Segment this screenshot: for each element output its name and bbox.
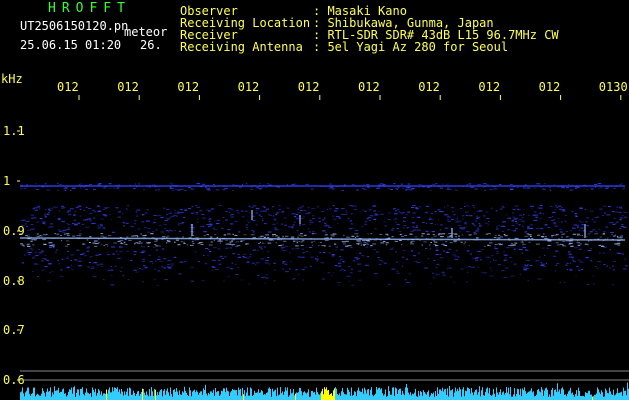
mode-label: meteor (124, 25, 168, 39)
noise-band-2 (20, 205, 628, 233)
antenna-value: : 5el Yagi Az 280 for Seoul (313, 40, 509, 54)
noise-band-1 (20, 183, 625, 191)
y-tick-label-0: 1.1 (3, 124, 25, 138)
y-tick-label-4: 0.7 (3, 323, 25, 337)
y-tick-label-3: 0.8 (3, 274, 25, 288)
datetime-stamp: 25.06.15 01:20 (20, 38, 122, 52)
y-tick-label-2: 0.9 (3, 224, 25, 238)
time-tick-label-9: 0130 (599, 80, 628, 94)
program-title: HROFFT (48, 1, 131, 16)
frequency-unit: kHz (1, 72, 23, 86)
spectrogram-plot: 1.110.90.80.70.6 012 012 012 012 012 012 012 01… (3, 80, 629, 400)
frame-number: 26. (140, 38, 162, 52)
carrier-line-main (19, 237, 626, 241)
time-tick-label-6: 012 (418, 80, 440, 94)
antenna-label: Receiving Antenna (180, 40, 303, 54)
x-axis-ticks: 012 012 012 012 012 012 012 012 012 0130 (57, 80, 628, 100)
time-tick-label-1: 012 (117, 80, 139, 94)
time-tick-label-4: 012 (298, 80, 320, 94)
y-tick-label-1: 1 (3, 174, 10, 188)
noise-band-4 (21, 246, 628, 271)
spectrogram-signal (19, 183, 629, 381)
spectrum-bar (20, 382, 629, 400)
time-tick-label-0: 012 (57, 80, 79, 94)
noise-band-5 (24, 270, 614, 286)
image-filename: UT2506150120.pn (20, 19, 129, 33)
time-tick-label-7: 012 (478, 80, 500, 94)
time-tick-label-2: 012 (177, 80, 199, 94)
time-tick-label-8: 012 (539, 80, 561, 94)
y-axis-ticks: 1.110.90.80.70.6 (3, 124, 25, 387)
time-tick-label-3: 012 (238, 80, 260, 94)
time-tick-label-5: 012 (358, 80, 380, 94)
